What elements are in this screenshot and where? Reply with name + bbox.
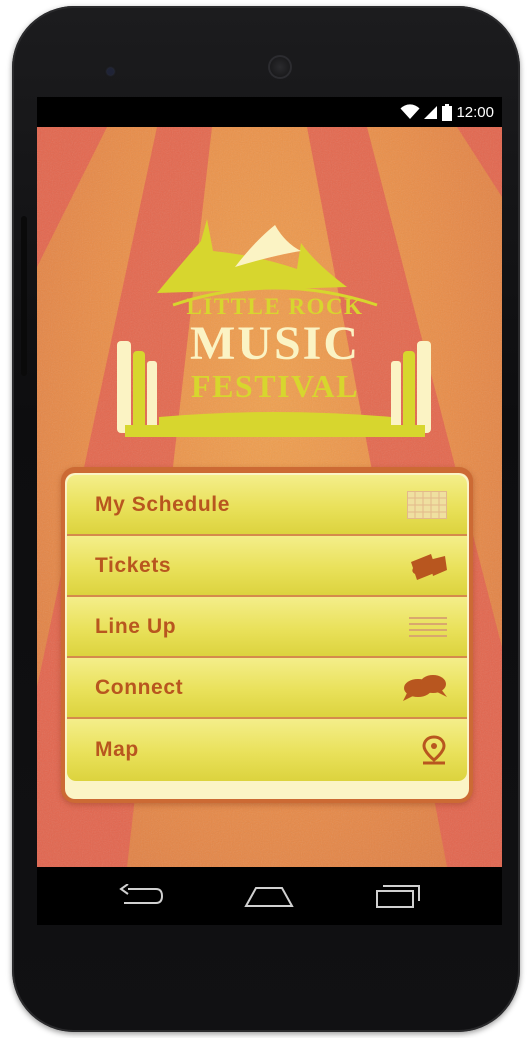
calendar-grid-icon: [407, 490, 447, 519]
menu-item-label: Map: [95, 738, 139, 761]
menu-item-connect[interactable]: Connect: [67, 658, 467, 719]
logo-line-music: MUSIC: [189, 317, 360, 370]
logo-line-little-rock: LITTLE ROCK: [186, 294, 364, 319]
menu-item-line-up[interactable]: Line Up: [67, 597, 467, 658]
app-background: LITTLE ROCK MUSIC FESTIVAL My Schedule T…: [37, 127, 502, 867]
home-icon[interactable]: [239, 876, 299, 916]
logo-text: LITTLE ROCK MUSIC FESTIVAL: [135, 295, 415, 402]
menu-item-label: Line Up: [95, 614, 177, 638]
menu-item-label: Connect: [95, 675, 184, 699]
map-pin-icon: [421, 735, 447, 765]
signal-icon: [424, 104, 438, 120]
front-camera: [268, 55, 292, 79]
power-button: [21, 216, 27, 376]
menu-item-label: Tickets: [95, 553, 172, 577]
front-sensor: [107, 68, 114, 75]
menu-item-my-schedule[interactable]: My Schedule: [67, 475, 467, 536]
menu-item-map[interactable]: Map: [67, 719, 467, 781]
chat-bubbles-icon: [403, 673, 447, 703]
list-lines-icon: [409, 615, 447, 639]
recents-icon[interactable]: [368, 876, 428, 916]
screen: 12:00 LITTLE ROCK MUSIC FESTIVAL My Sche…: [37, 97, 502, 867]
logo-line-festival: FESTIVAL: [191, 368, 359, 404]
battery-icon: [442, 103, 453, 121]
menu-item-tickets[interactable]: Tickets: [67, 536, 467, 597]
wifi-icon: [400, 104, 420, 120]
navigation-bar: [37, 867, 502, 925]
status-bar: 12:00: [37, 97, 502, 127]
menu-item-label: My Schedule: [95, 492, 230, 516]
status-time: 12:00: [456, 103, 494, 121]
back-icon[interactable]: [111, 876, 171, 916]
main-menu: My Schedule Tickets Line Up Connect Map: [61, 467, 473, 803]
ticket-icon: [409, 552, 447, 580]
